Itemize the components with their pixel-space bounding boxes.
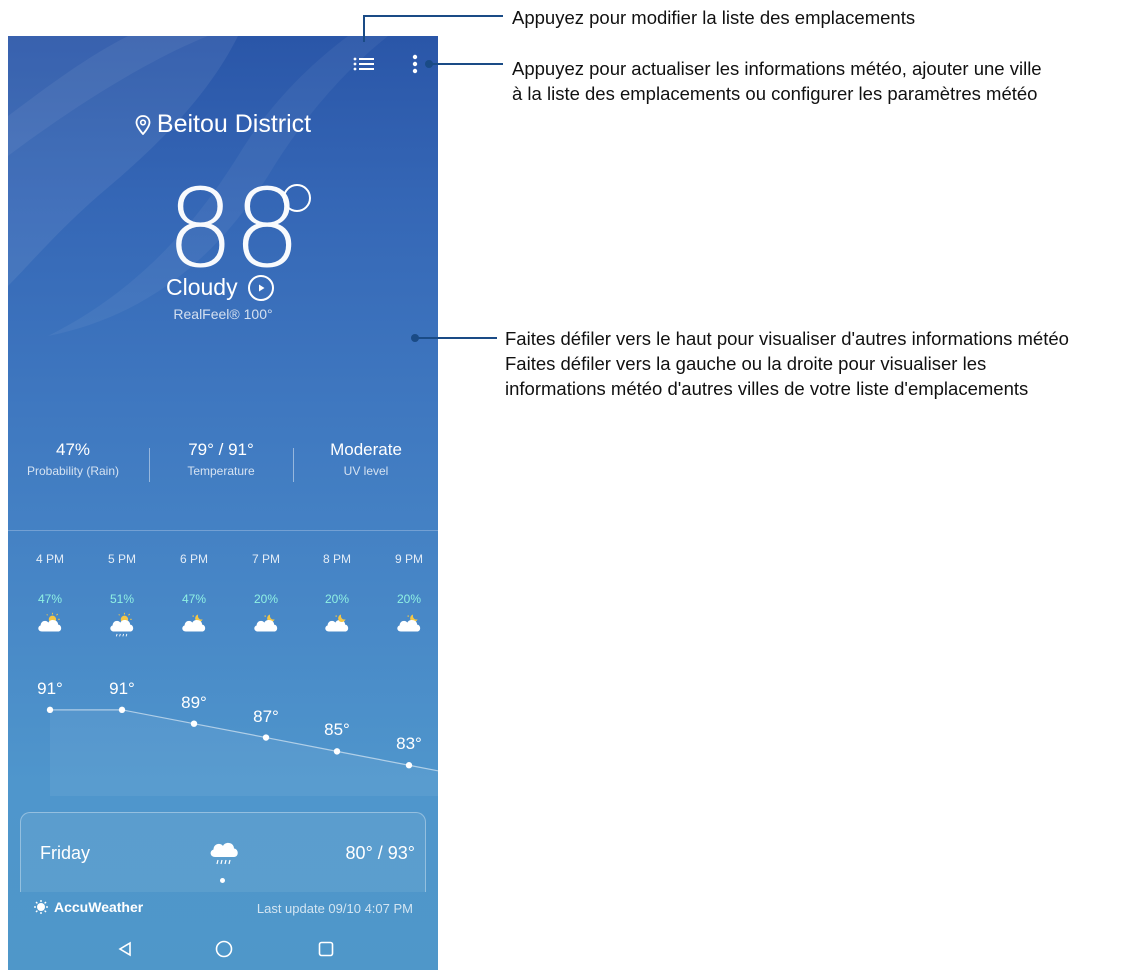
- curve-point: [262, 734, 270, 741]
- play-icon: [258, 284, 265, 291]
- nav-home-button[interactable]: [213, 938, 235, 960]
- realfeel-text: RealFeel® 100°: [173, 306, 273, 322]
- curve-point: [46, 706, 54, 714]
- location-name: Beitou District: [156, 110, 312, 138]
- hour-precipitation: 47%: [181, 592, 207, 606]
- callout-line: [431, 63, 503, 65]
- brand-name: AccuWeather: [54, 899, 144, 915]
- stat-rain-probability: 47% Probability (Rain): [8, 440, 138, 478]
- android-nav-bar: [8, 928, 438, 970]
- hour-temperature: 87°: [253, 706, 279, 726]
- curve-point: [190, 720, 198, 727]
- stat-label: UV level: [343, 464, 389, 478]
- page-indicator: [220, 878, 225, 883]
- cloud-rain-icon: [210, 842, 238, 865]
- hour-temperature: 83°: [396, 734, 422, 754]
- curve-point: [118, 706, 126, 714]
- hourly-column[interactable]: 8 PM 20%: [302, 552, 372, 643]
- curve-point: [333, 748, 341, 755]
- hour-time: 6 PM: [179, 552, 208, 566]
- more-vertical-icon: [412, 54, 418, 74]
- back-triangle-icon: [118, 941, 131, 957]
- callout-line-text: à la liste des emplacements ou configure…: [512, 83, 1038, 104]
- callout-line-text: Appuyez pour actualiser les informations…: [512, 58, 1042, 79]
- cloud-moon-icon: [325, 614, 349, 632]
- sun-cloud-rain-icon: [110, 612, 134, 637]
- stat-label: Temperature: [187, 464, 255, 478]
- last-update-text: Last update 09/10 4:07 PM: [256, 901, 413, 916]
- divider: [293, 448, 294, 482]
- hour-precipitation: 51%: [109, 592, 135, 606]
- stat-label: Probability (Rain): [26, 464, 120, 478]
- hour-precipitation: 20%: [396, 592, 422, 606]
- day-name: Friday: [40, 843, 91, 863]
- hourly-column[interactable]: 5 PM 51%: [87, 552, 157, 643]
- list-icon: [353, 57, 374, 71]
- current-temperature: 88: [166, 167, 301, 292]
- hour-temperature: 85°: [324, 720, 350, 740]
- callout-options-menu: Appuyez pour actualiser les informations…: [512, 56, 1042, 106]
- stat-uv-level: Moderate UV level: [301, 440, 431, 478]
- stat-value: 79° / 91°: [188, 440, 254, 459]
- recents-square-icon: [318, 941, 334, 957]
- callout-line-text: Faites défiler vers le haut pour visuali…: [505, 328, 1069, 349]
- callout-line: [363, 16, 365, 42]
- hourly-column[interactable]: 7 PM 20%: [231, 552, 301, 643]
- partly-sunny-cloud-icon: [38, 612, 62, 632]
- play-animation-button[interactable]: [247, 274, 274, 301]
- moon-cloud-icon: [397, 614, 421, 632]
- home-circle-icon: [215, 940, 233, 958]
- callout-line: [417, 337, 497, 339]
- hour-temperature: 91°: [37, 678, 63, 698]
- hour-temperature: 91°: [109, 678, 135, 698]
- day-temperature-range: 80° / 93°: [345, 843, 415, 863]
- current-condition: Cloudy: [166, 274, 274, 301]
- curve-point: [405, 762, 413, 769]
- accuweather-brand[interactable]: AccuWeather: [34, 899, 143, 915]
- callout-line: [363, 15, 503, 17]
- callout-location-list: Appuyez pour modifier la liste des empla…: [512, 7, 916, 28]
- hour-time: 8 PM: [322, 552, 351, 566]
- hour-time: 5 PM: [107, 552, 136, 566]
- stat-temperature: 79° / 91° Temperature: [156, 440, 286, 478]
- condition-text: Cloudy: [166, 274, 238, 300]
- hourly-column[interactable]: 6 PM 47%: [159, 552, 229, 643]
- hour-precipitation: 47%: [37, 592, 63, 606]
- hour-temperature: 89°: [181, 692, 207, 712]
- accuweather-sun-icon: [34, 900, 48, 914]
- nav-back-button[interactable]: [114, 938, 136, 960]
- callout-scroll: Faites défiler vers le haut pour visuali…: [505, 326, 1069, 401]
- stat-value: 47%: [55, 440, 91, 459]
- top-bar: [8, 36, 438, 92]
- location-header[interactable]: Beitou District: [8, 110, 438, 139]
- moon-cloud-icon: [254, 614, 278, 632]
- hourly-column[interactable]: 4 PM 47%: [15, 552, 85, 643]
- weather-app-screen[interactable]: Beitou District 88 Cloudy RealFeel® 100°…: [8, 36, 438, 970]
- location-pin-icon: [135, 114, 151, 135]
- degree-symbol: [283, 184, 311, 212]
- callout-line-text: Faites défiler vers la gauche ou la droi…: [505, 353, 987, 374]
- stat-value: Moderate: [330, 440, 402, 459]
- divider: [8, 530, 438, 531]
- hourly-column[interactable]: 9 PM 20%: [374, 552, 438, 643]
- moon-cloud-icon: [182, 614, 206, 632]
- hour-time: 4 PM: [35, 552, 64, 566]
- hour-time: 9 PM: [394, 552, 423, 566]
- location-list-button[interactable]: [350, 50, 378, 78]
- divider: [149, 448, 150, 482]
- summary-stats: 47% Probability (Rain) 79° / 91° Tempera…: [8, 440, 438, 488]
- nav-recents-button[interactable]: [315, 938, 337, 960]
- hour-time: 7 PM: [251, 552, 280, 566]
- hour-precipitation: 20%: [324, 592, 350, 606]
- callout-line-text: informations météo d'autres villes de vo…: [505, 378, 1029, 399]
- hour-precipitation: 20%: [253, 592, 279, 606]
